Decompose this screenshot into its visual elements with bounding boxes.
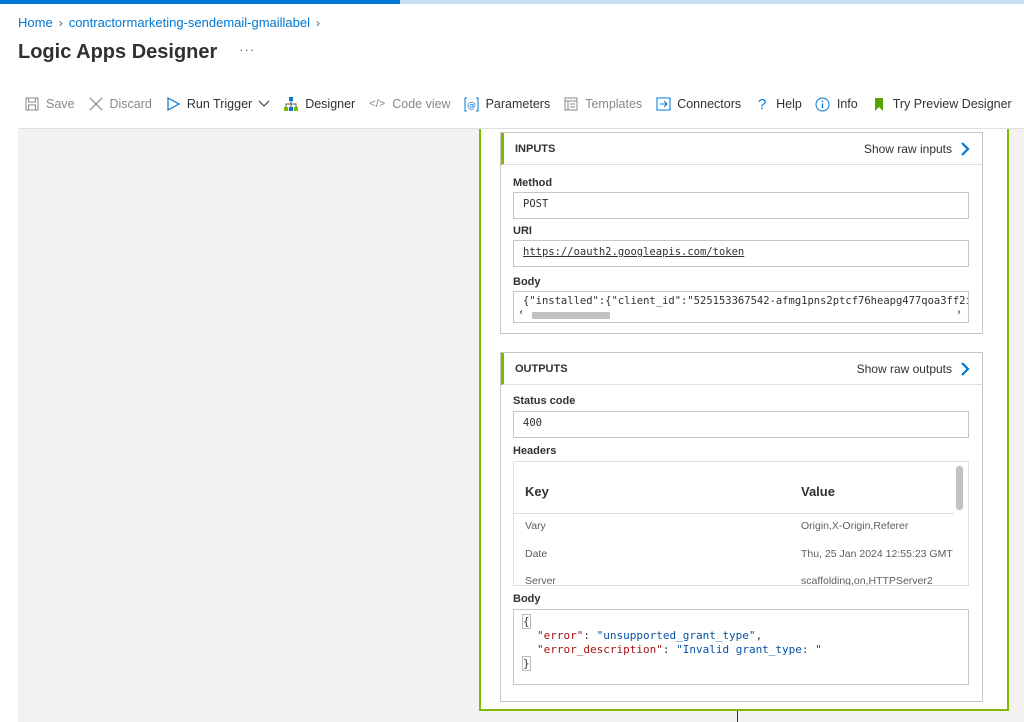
try-preview-label: Try Preview Designer: [892, 97, 1012, 111]
svg-text:@: @: [467, 101, 476, 111]
breadcrumb: Home › contractormarketing-sendemail-gma…: [18, 15, 326, 30]
chevron-right-icon: [960, 141, 970, 156]
outputs-body-label: Body: [513, 593, 541, 605]
table-row: Server scaffolding,on,HTTPServer2: [514, 575, 954, 586]
table-row: Date Thu, 25 Jan 2024 12:55:23 GMT: [514, 548, 954, 570]
inputs-section: INPUTS Show raw inputs Method POST URI h…: [500, 132, 983, 334]
table-row: Vary Origin,X-Origin,Referer: [514, 520, 954, 542]
templates-label: Templates: [585, 97, 643, 111]
code-view-button[interactable]: </> Code view: [368, 96, 450, 112]
parameters-label: Parameters: [485, 97, 551, 111]
top-accent-bar: [0, 0, 1024, 4]
json-value-error-description: "Invalid grant_type: ": [676, 643, 822, 656]
header-value: Thu, 25 Jan 2024 12:55:23 GMT: [801, 548, 953, 560]
inputs-title: INPUTS: [515, 142, 556, 155]
show-raw-outputs-link[interactable]: Show raw outputs: [857, 362, 970, 376]
help-icon: ?: [757, 95, 767, 113]
inputs-body-value[interactable]: {"installed":{"client_id":"525153367542-…: [513, 291, 969, 323]
uri-text: https://oauth2.googleapis.com/token: [523, 246, 745, 258]
outputs-header: OUTPUTS Show raw outputs: [501, 353, 982, 385]
json-key-error-description: "error_description": [537, 643, 663, 656]
status-code-value: 400: [513, 411, 969, 438]
value-column-header: Value: [801, 484, 835, 499]
parameters-button[interactable]: @ Parameters: [464, 96, 551, 112]
templates-button[interactable]: Templates: [563, 96, 642, 112]
toolbar: Save Discard Run Trigger Designer </> Co…: [24, 94, 1024, 114]
outputs-section: OUTPUTS Show raw outputs Status code 400…: [500, 352, 983, 702]
discard-label: Discard: [109, 97, 152, 111]
vertical-scrollbar-thumb[interactable]: [956, 466, 963, 510]
play-icon: [165, 96, 181, 112]
scroll-right-icon[interactable]: ›: [957, 307, 961, 318]
headers-table[interactable]: Key Value Vary Origin,X-Origin,Referer D…: [513, 461, 969, 586]
help-label: Help: [776, 97, 802, 111]
chevron-right-icon: ›: [58, 15, 63, 30]
headers-table-header: Key Value: [514, 484, 954, 514]
header-value: scaffolding,on,HTTPServer2: [801, 575, 933, 586]
connectors-label: Connectors: [677, 97, 742, 111]
discard-button[interactable]: Discard: [88, 96, 152, 112]
show-raw-outputs-label: Show raw outputs: [856, 361, 952, 376]
json-value-error: "unsupported_grant_type": [596, 629, 756, 642]
body-label: Body: [513, 276, 541, 288]
chevron-right-icon: [960, 361, 970, 376]
json-close-brace: }: [522, 656, 531, 671]
headers-label: Headers: [513, 445, 557, 457]
designer-label: Designer: [305, 97, 356, 111]
save-icon: [24, 96, 40, 112]
method-label: Method: [513, 177, 553, 189]
info-button[interactable]: Info: [815, 96, 858, 112]
chevron-right-icon: ›: [316, 15, 321, 30]
method-value: POST: [513, 192, 969, 219]
horizontal-scrollbar[interactable]: ‹ ›: [516, 307, 966, 320]
action-run-details-card: INPUTS Show raw inputs Method POST URI h…: [479, 129, 1009, 711]
close-icon: [88, 96, 104, 112]
breadcrumb-home[interactable]: Home: [18, 15, 53, 30]
more-options-button[interactable]: ···: [239, 42, 255, 57]
show-raw-inputs-label: Show raw inputs: [863, 141, 952, 156]
page-title: Logic Apps Designer: [18, 41, 218, 63]
header-key: Vary: [525, 520, 546, 532]
try-preview-designer-button[interactable]: Try Preview Designer: [871, 96, 1012, 112]
scrollbar-thumb[interactable]: [532, 311, 610, 319]
code-icon: </>: [369, 98, 386, 110]
scroll-left-icon[interactable]: ‹: [519, 307, 523, 318]
info-icon: [815, 96, 831, 112]
uri-label: URI: [513, 225, 532, 237]
header-key: Server: [525, 575, 556, 586]
templates-icon: [563, 96, 579, 112]
parameters-icon: @: [464, 96, 480, 112]
outputs-title: OUTPUTS: [515, 362, 568, 375]
chevron-down-icon: [258, 97, 270, 111]
uri-value: https://oauth2.googleapis.com/token: [513, 240, 969, 267]
connectors-button[interactable]: Connectors: [655, 96, 741, 112]
header-key: Date: [525, 548, 548, 560]
outputs-body-json: { "error": "unsupported_grant_type", "er…: [513, 609, 969, 685]
page-title-row: Logic Apps Designer ···: [18, 41, 255, 64]
code-view-label: Code view: [392, 97, 451, 111]
status-code-label: Status code: [513, 395, 576, 407]
json-key-error: "error": [537, 629, 584, 642]
bookmark-icon: [871, 96, 887, 112]
header-value: Origin,X-Origin,Referer: [801, 520, 909, 532]
save-button[interactable]: Save: [24, 96, 75, 112]
help-button[interactable]: ? Help: [754, 95, 802, 113]
connectors-icon: [655, 96, 671, 112]
inputs-body-text: {"installed":{"client_id":"525153367542-…: [523, 295, 969, 307]
info-label: Info: [836, 97, 858, 111]
key-column-header: Key: [525, 484, 549, 499]
designer-button[interactable]: Designer: [283, 96, 355, 112]
flow-connector-line: [737, 711, 738, 722]
show-raw-inputs-link[interactable]: Show raw inputs: [864, 142, 970, 156]
breadcrumb-resource[interactable]: contractormarketing-sendemail-gmaillabel: [69, 15, 310, 30]
save-label: Save: [46, 97, 75, 111]
run-trigger-label: Run Trigger: [186, 97, 253, 111]
json-open-brace: {: [522, 614, 531, 629]
run-trigger-button[interactable]: Run Trigger: [165, 96, 270, 112]
designer-icon: [283, 96, 299, 112]
inputs-header: INPUTS Show raw inputs: [501, 133, 982, 165]
